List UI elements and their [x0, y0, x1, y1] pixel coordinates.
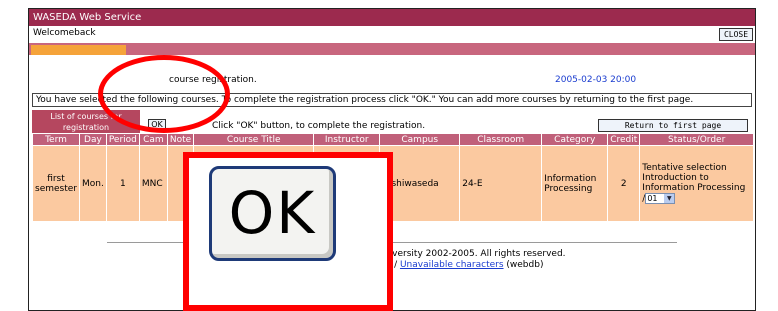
close-button[interactable]: CLOSE	[719, 28, 753, 41]
zoom-callout: OK	[183, 152, 393, 311]
header-status-order: Status/Order	[639, 133, 754, 146]
order-select[interactable]: 01 ▼	[645, 193, 676, 204]
header-cam: Cam	[138, 133, 168, 146]
date-time: 2005-02-03 20:00	[555, 75, 637, 85]
header-band	[29, 43, 755, 55]
courses-table: Term Day Period Cam Note Course Title In…	[32, 133, 754, 222]
cell-period: 1	[105, 145, 140, 222]
status-text: Tentative selection Introduction to Info…	[642, 163, 746, 193]
header-category: Category	[541, 133, 609, 146]
header-campus: Campus	[379, 133, 461, 146]
header-instructor: Instructor	[313, 133, 381, 146]
order-select-value: 01	[647, 194, 658, 203]
cell-code: MNC	[138, 145, 168, 222]
copyright-text: a University 2002-2005. All rights reser…	[369, 249, 566, 259]
table-header-row: Term Day Period Cam Note Course Title In…	[32, 133, 754, 146]
header-note: Note	[166, 133, 195, 146]
header-period: Period	[105, 133, 140, 146]
cell-credit: 2	[607, 145, 641, 222]
app-title-bar: WASEDA Web Service	[29, 9, 755, 26]
cell-term: first semester	[32, 145, 80, 222]
cell-classroom: 24-E	[459, 145, 543, 222]
chevron-down-icon: ▼	[664, 194, 675, 203]
header-classroom: Classroom	[459, 133, 543, 146]
highlight-oval	[98, 55, 230, 133]
cell-category: Information Processing	[541, 145, 609, 222]
header-term: Term	[32, 133, 80, 146]
return-first-page-button[interactable]: Return to first page	[598, 119, 748, 132]
footer-suffix: (webdb)	[503, 260, 544, 270]
cell-status-order: Tentative selection Introduction to Info…	[639, 145, 754, 222]
header-course-title: Course Title	[193, 133, 315, 146]
header-day: Day	[78, 133, 107, 146]
footer-link-unavailable-characters[interactable]: Unavailable characters	[400, 260, 504, 270]
welcome-row: Welcomeback CLOSE	[29, 26, 755, 42]
header-band-accent	[31, 45, 126, 55]
welcome-text: Welcomeback	[33, 28, 96, 38]
footer-links: ction / Unavailable characters (webdb)	[369, 260, 543, 270]
ok-button-zoomed: OK	[209, 166, 336, 261]
header-credit: Credit	[607, 133, 641, 146]
table-row: first semester Mon. 1 MNC Nishiwaseda 24…	[32, 145, 754, 222]
instruction-text: Click "OK" button, to complete the regis…	[212, 121, 426, 131]
cell-day: Mon.	[78, 145, 107, 222]
